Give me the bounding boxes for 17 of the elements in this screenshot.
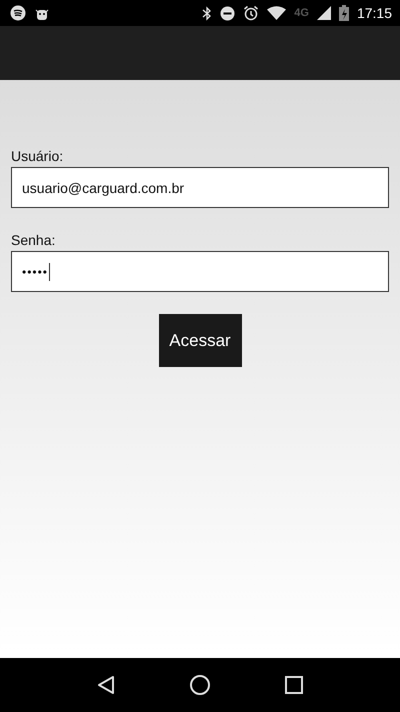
field-label: Senha: <box>11 232 56 248</box>
field-label: Usuário: <box>11 148 64 164</box>
back-icon[interactable] <box>97 675 115 695</box>
username-field[interactable]: usuario@carguard.com.br <box>11 167 389 208</box>
login-button[interactable]: Acessar <box>158 314 242 367</box>
password-field[interactable]: ••••• <box>11 251 389 292</box>
do-not-disturb-icon <box>220 6 236 20</box>
bluetooth-icon <box>202 6 212 20</box>
signal-icon <box>316 6 331 20</box>
clock: 17:15 <box>356 5 392 21</box>
wifi-icon <box>267 6 286 20</box>
home-icon[interactable] <box>189 674 211 696</box>
music-app-icon <box>10 5 26 21</box>
recents-icon[interactable] <box>285 676 303 694</box>
battery-charging-icon <box>338 5 349 21</box>
alarm-icon <box>243 5 260 21</box>
network-type: 4G <box>294 7 309 19</box>
